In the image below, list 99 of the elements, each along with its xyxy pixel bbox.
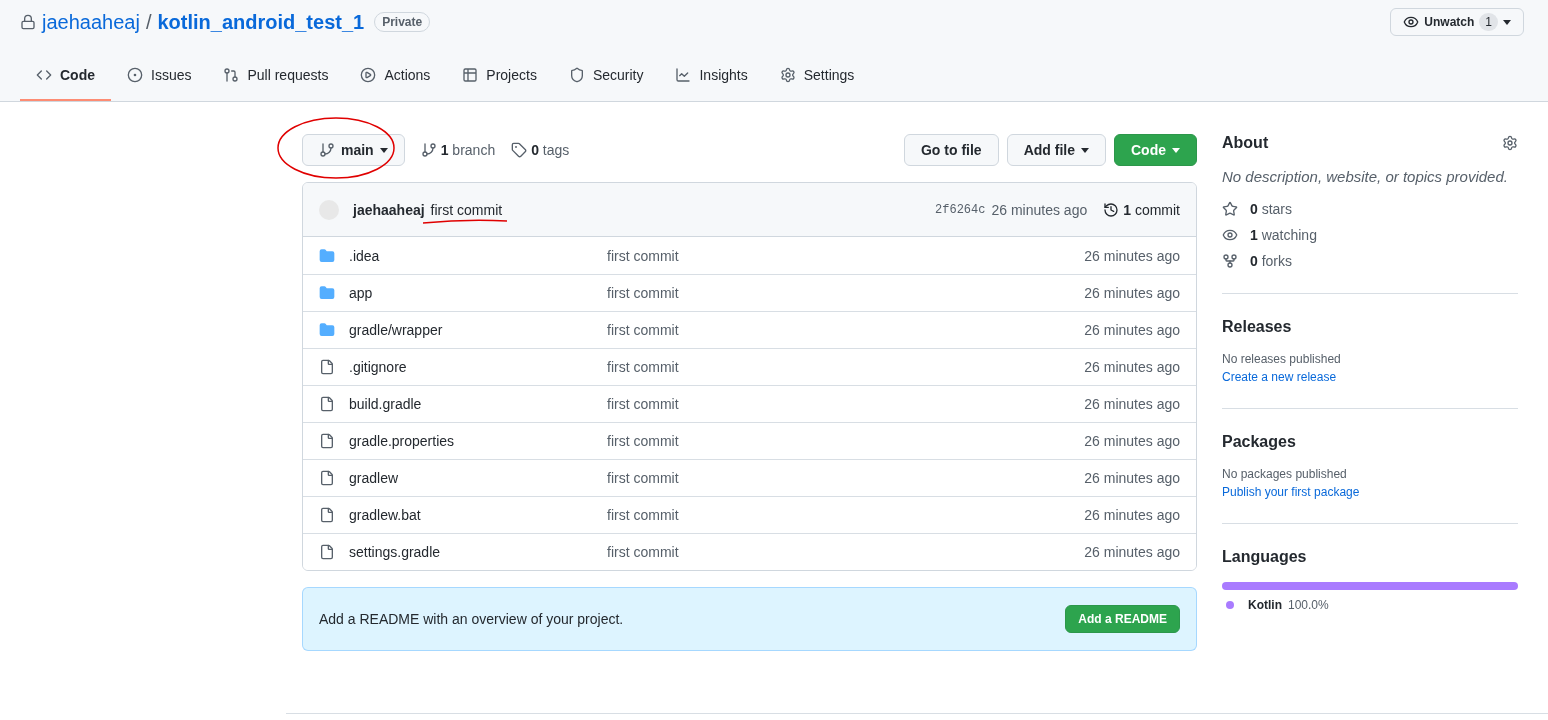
commits-link[interactable]: 1 commit bbox=[1103, 201, 1180, 218]
file-name[interactable]: build.gradle bbox=[349, 396, 607, 412]
file-name[interactable]: gradlew.bat bbox=[349, 507, 607, 523]
nav-tab[interactable]: Projects bbox=[446, 51, 553, 101]
repo-name-link[interactable]: kotlin_android_test_1 bbox=[157, 10, 365, 34]
file-commit-message[interactable]: first commit bbox=[607, 247, 679, 264]
file-commit-message[interactable]: first commit bbox=[607, 285, 679, 301]
file-icon bbox=[319, 396, 335, 412]
circle-dot-icon bbox=[127, 67, 143, 83]
file-name[interactable]: settings.gradle bbox=[349, 544, 607, 560]
settings-icon[interactable] bbox=[1502, 135, 1518, 151]
section-title: Releases bbox=[1222, 318, 1292, 336]
file-commit-time: 26 minutes ago bbox=[1084, 247, 1180, 264]
stat-link[interactable]: 0 stars bbox=[1222, 201, 1518, 217]
branch-icon bbox=[319, 142, 335, 158]
file-name[interactable]: gradle/wrapper bbox=[349, 322, 607, 338]
caret-icon bbox=[379, 147, 388, 153]
language-name: Kotlin bbox=[1248, 598, 1282, 612]
lock-icon bbox=[20, 14, 36, 30]
file-commit-message[interactable]: first commit bbox=[607, 322, 679, 338]
nav-tab[interactable]: Code bbox=[20, 51, 111, 101]
branch-button[interactable]: main bbox=[302, 134, 405, 166]
stat-link[interactable]: 1 watching bbox=[1222, 227, 1518, 243]
section-title: Packages bbox=[1222, 433, 1296, 451]
pull-request-icon bbox=[223, 67, 240, 83]
owner-link[interactable]: jaehaaheaj bbox=[42, 10, 140, 34]
tag-count: 0 tags bbox=[531, 142, 570, 158]
file-name[interactable]: app bbox=[349, 285, 607, 301]
history-icon bbox=[1103, 201, 1120, 218]
file-commit-time: 26 minutes ago bbox=[1084, 359, 1180, 375]
create-link[interactable]: Publish your first package bbox=[1222, 485, 1518, 499]
nav-tab[interactable]: Insights bbox=[659, 51, 764, 101]
code-icon bbox=[36, 67, 52, 83]
nav-tab[interactable]: Issues bbox=[111, 51, 208, 101]
action-button[interactable]: Go to file bbox=[904, 134, 999, 166]
file-commit-time: 26 minutes ago bbox=[1084, 396, 1180, 412]
file-commit-time: 26 minutes ago bbox=[1084, 433, 1180, 449]
file-commit-time: 26 minutes ago bbox=[1084, 285, 1180, 301]
commit-sha[interactable]: 2f6264c bbox=[935, 202, 986, 217]
file-icon bbox=[319, 433, 335, 449]
tag-count-link[interactable]: 0 tags bbox=[511, 142, 570, 158]
folder-icon bbox=[319, 285, 335, 301]
file-row[interactable]: settings.gradle first commit 26 minutes ago bbox=[303, 533, 1196, 570]
file-icon bbox=[319, 359, 335, 375]
fork-icon bbox=[1222, 253, 1238, 269]
file-name[interactable]: .idea bbox=[349, 247, 607, 264]
nav-tab[interactable]: Settings bbox=[763, 51, 871, 101]
line-chart-icon bbox=[675, 67, 692, 83]
tag-icon bbox=[511, 142, 528, 158]
file-name[interactable]: gradle.properties bbox=[349, 433, 607, 449]
file-name[interactable]: .gitignore bbox=[349, 359, 607, 375]
branch-icon bbox=[420, 142, 437, 158]
section-title: About bbox=[1222, 134, 1269, 152]
eye-icon bbox=[1403, 14, 1420, 30]
file-icon bbox=[319, 507, 335, 523]
file-icon bbox=[319, 544, 335, 560]
file-commit-message[interactable]: first commit bbox=[607, 544, 679, 560]
file-commit-message[interactable]: first commit bbox=[607, 396, 679, 412]
branch-count-link[interactable]: 1 branch bbox=[420, 142, 496, 158]
caret-icon bbox=[1503, 19, 1511, 25]
file-commit-time: 26 minutes ago bbox=[1084, 470, 1180, 486]
language-percent: 100.0% bbox=[1288, 598, 1329, 612]
path-separator: / bbox=[145, 10, 152, 34]
nav-tab[interactable]: Actions bbox=[344, 51, 447, 101]
file-commit-message[interactable]: first commit bbox=[607, 470, 679, 486]
shield-icon bbox=[568, 67, 585, 83]
action-button[interactable]: Add file bbox=[1006, 134, 1106, 166]
readme-banner-text: Add a README with an overview of your project. bbox=[319, 611, 624, 627]
file-commit-message[interactable]: first commit bbox=[607, 359, 679, 375]
file-commit-time: 26 minutes ago bbox=[1084, 322, 1180, 338]
watch-button[interactable]: Unwatch 1 bbox=[1390, 8, 1524, 36]
watch-count: 1 bbox=[1479, 13, 1498, 31]
eye-icon bbox=[1222, 227, 1238, 243]
play-icon bbox=[360, 67, 377, 83]
file-commit-message[interactable]: first commit bbox=[607, 507, 679, 523]
nav-tab[interactable]: Pull requests bbox=[207, 51, 345, 101]
file-name[interactable]: gradlew bbox=[349, 470, 607, 486]
star-icon bbox=[1222, 201, 1238, 217]
branch-count: 1 branch bbox=[440, 142, 496, 158]
commit-message[interactable]: first commit bbox=[430, 201, 503, 218]
folder-icon bbox=[319, 322, 335, 338]
commit-author[interactable]: jaehaaheaj bbox=[353, 201, 425, 218]
file-commit-time: 26 minutes ago bbox=[1084, 507, 1180, 523]
commit-time: 26 minutes ago bbox=[991, 201, 1088, 218]
section-title: Languages bbox=[1222, 548, 1307, 566]
empty-note: No releases published bbox=[1222, 352, 1342, 366]
stat-link[interactable]: 0 forks bbox=[1222, 253, 1518, 269]
file-icon bbox=[319, 470, 335, 486]
empty-note: No packages published bbox=[1222, 467, 1348, 481]
settings-icon bbox=[779, 67, 796, 83]
table-icon bbox=[462, 67, 479, 83]
file-commit-message[interactable]: first commit bbox=[607, 433, 679, 449]
caret-icon bbox=[1172, 147, 1180, 153]
create-link[interactable]: Create a new release bbox=[1222, 370, 1518, 384]
caret-icon bbox=[1081, 147, 1089, 153]
file-commit-time: 26 minutes ago bbox=[1084, 544, 1180, 560]
nav-tab[interactable]: Security bbox=[552, 51, 660, 101]
folder-icon bbox=[319, 247, 335, 264]
about-description: No description, website, or topics provided. bbox=[1222, 168, 1509, 185]
